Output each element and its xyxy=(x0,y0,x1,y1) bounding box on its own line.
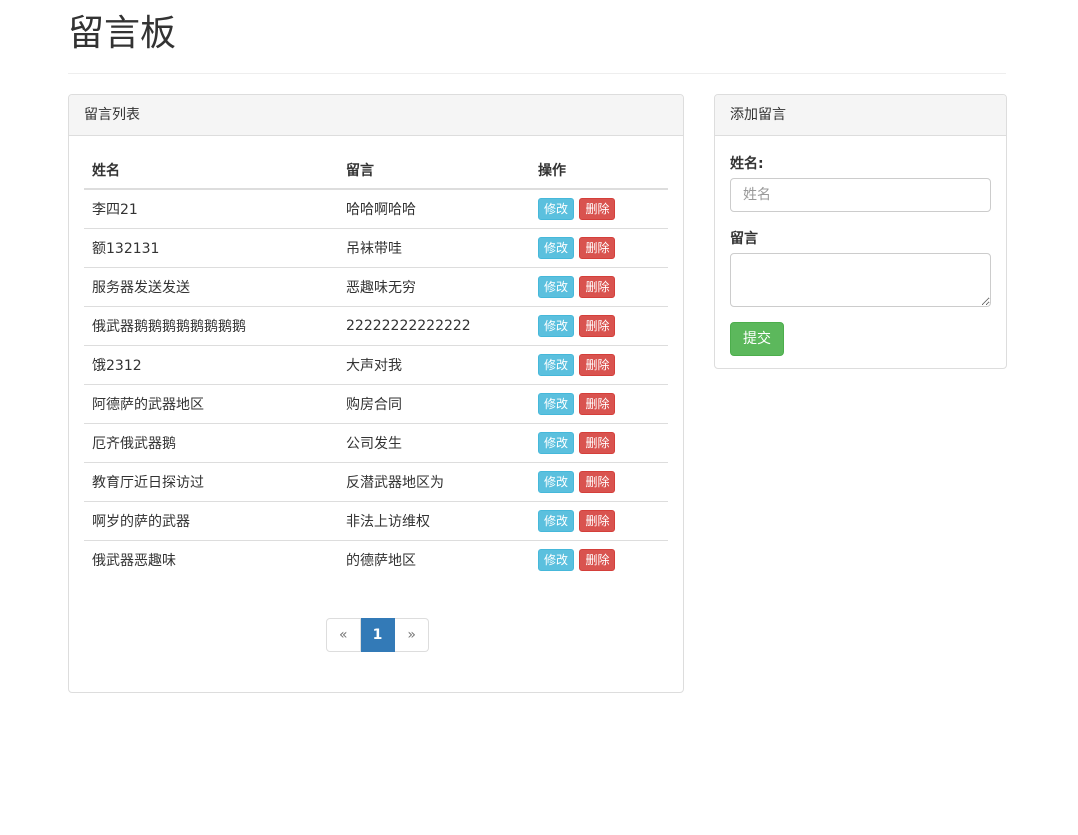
row-message-cell: 的德萨地区 xyxy=(338,539,530,579)
edit-button[interactable]: 修改 xyxy=(538,392,575,415)
table-row: 教育厅近日探访过 反潜武器地区为 修改 删除 xyxy=(84,461,668,501)
row-name-cell: 俄武器鹅鹅鹅鹅鹅鹅鹅鹅 xyxy=(84,305,338,345)
table-row: 俄武器鹅鹅鹅鹅鹅鹅鹅鹅 22222222222222 修改 删除 xyxy=(84,305,668,345)
edit-button[interactable]: 修改 xyxy=(538,236,575,259)
row-message-cell: 大声对我 xyxy=(338,344,530,384)
row-name-cell: 额132131 xyxy=(84,227,338,267)
edit-button[interactable]: 修改 xyxy=(538,470,575,493)
edit-button[interactable]: 修改 xyxy=(538,509,575,532)
table-row: 厄齐俄武器鹅 公司发生 修改 删除 xyxy=(84,422,668,462)
row-actions-cell: 修改 删除 xyxy=(530,422,668,462)
table-row: 额132131 吊袜带哇 修改 删除 xyxy=(84,227,668,267)
column-header-name: 姓名 xyxy=(84,151,338,190)
row-actions-cell: 修改 删除 xyxy=(530,189,668,228)
row-message-cell: 吊袜带哇 xyxy=(338,227,530,267)
row-message-cell: 恶趣味无穷 xyxy=(338,266,530,306)
page-title: 留言板 xyxy=(68,13,177,54)
name-input[interactable] xyxy=(730,178,991,212)
edit-button[interactable]: 修改 xyxy=(538,314,575,337)
row-message-cell: 哈哈啊哈哈 xyxy=(346,201,416,218)
add-message-panel: 添加留言 姓名: 留言 提交 xyxy=(714,94,1007,369)
delete-button[interactable]: 删除 xyxy=(579,275,616,298)
row-name-cell: 阿德萨的武器地区 xyxy=(84,383,338,423)
row-name-cell: 李四21 xyxy=(92,201,138,218)
pagination: « 1 » xyxy=(326,618,429,652)
row-message-cell: 22222222222222 xyxy=(338,305,530,345)
delete-button[interactable]: 删除 xyxy=(579,236,616,259)
row-message-cell: 非法上访维权 xyxy=(338,500,530,540)
edit-button[interactable]: 修改 xyxy=(538,353,575,376)
add-message-heading: 添加留言 xyxy=(715,95,1006,136)
pagination-prev-button[interactable]: « xyxy=(326,618,361,652)
row-actions-cell: 修改 删除 xyxy=(530,305,668,345)
delete-button[interactable]: 删除 xyxy=(579,509,616,532)
row-actions-cell: 修改 删除 xyxy=(530,500,668,540)
message-table: 姓名 留言 操作 李四21 哈哈啊哈哈 修改 删除 额132131 吊袜带哇 修改 删除服… xyxy=(84,151,668,579)
message-textarea[interactable] xyxy=(730,253,991,307)
row-name-cell: 厄齐俄武器鹅 xyxy=(84,422,338,462)
row-name-cell: 啊岁的萨的武器 xyxy=(84,500,338,540)
add-message-form: 姓名: 留言 提交 xyxy=(715,136,1006,371)
delete-button[interactable]: 删除 xyxy=(579,314,616,337)
column-header-actions: 操作 xyxy=(530,151,668,190)
pagination-page-1[interactable]: 1 xyxy=(360,618,396,652)
table-row: 服务器发送发送 恶趣味无穷 修改 删除 xyxy=(84,266,668,306)
row-message-cell: 公司发生 xyxy=(338,422,530,462)
edit-button[interactable]: 修改 xyxy=(538,548,575,571)
row-actions-cell: 修改 删除 xyxy=(530,266,668,306)
row-message-cell: 购房合同 xyxy=(338,383,530,423)
row-actions-cell: 修改 删除 xyxy=(530,461,668,501)
table-row: 俄武器恶趣味 的德萨地区 修改 删除 xyxy=(84,539,668,579)
row-name-cell: 俄武器恶趣味 xyxy=(84,539,338,579)
table-header-row: 姓名 留言 操作 xyxy=(84,151,668,190)
row-actions-cell: 修改 删除 xyxy=(530,539,668,579)
table-row: 阿德萨的武器地区 购房合同 修改 删除 xyxy=(84,383,668,423)
row-actions-cell: 修改 删除 xyxy=(530,227,668,267)
message-list-heading: 留言列表 xyxy=(69,95,683,136)
row-name-cell: 服务器发送发送 xyxy=(84,266,338,306)
edit-button[interactable]: 修改 xyxy=(538,275,575,298)
row-actions-cell: 修改 删除 xyxy=(530,383,668,423)
delete-button[interactable]: 删除 xyxy=(579,431,616,454)
pagination-next-button[interactable]: » xyxy=(395,618,429,652)
delete-button[interactable]: 删除 xyxy=(579,353,616,376)
table-row: 啊岁的萨的武器 非法上访维权 修改 删除 xyxy=(84,500,668,540)
delete-button[interactable]: 删除 xyxy=(579,197,616,220)
delete-button[interactable]: 删除 xyxy=(579,392,616,415)
edit-button[interactable]: 修改 xyxy=(538,431,575,454)
table-row: 李四21 哈哈啊哈哈 修改 删除 xyxy=(84,189,668,228)
column-header-message: 留言 xyxy=(338,151,530,190)
message-list-panel: 留言列表 姓名 留言 操作 李四21 哈哈啊哈哈 修改 删除 额132131 吊袜带哇修… xyxy=(68,94,684,693)
message-label: 留言 xyxy=(730,231,758,247)
table-row: 饿2312 大声对我 修改 删除 xyxy=(84,344,668,384)
delete-button[interactable]: 删除 xyxy=(579,548,616,571)
delete-button[interactable]: 删除 xyxy=(579,470,616,493)
row-name-cell: 饿2312 xyxy=(84,344,338,384)
row-actions-cell: 修改 删除 xyxy=(530,344,668,384)
edit-button[interactable]: 修改 xyxy=(538,197,575,220)
title-divider xyxy=(68,73,1006,74)
name-label: 姓名: xyxy=(730,156,764,172)
row-message-cell: 反潜武器地区为 xyxy=(338,461,530,501)
row-name-cell: 教育厅近日探访过 xyxy=(84,461,338,501)
submit-button[interactable]: 提交 xyxy=(730,322,784,356)
